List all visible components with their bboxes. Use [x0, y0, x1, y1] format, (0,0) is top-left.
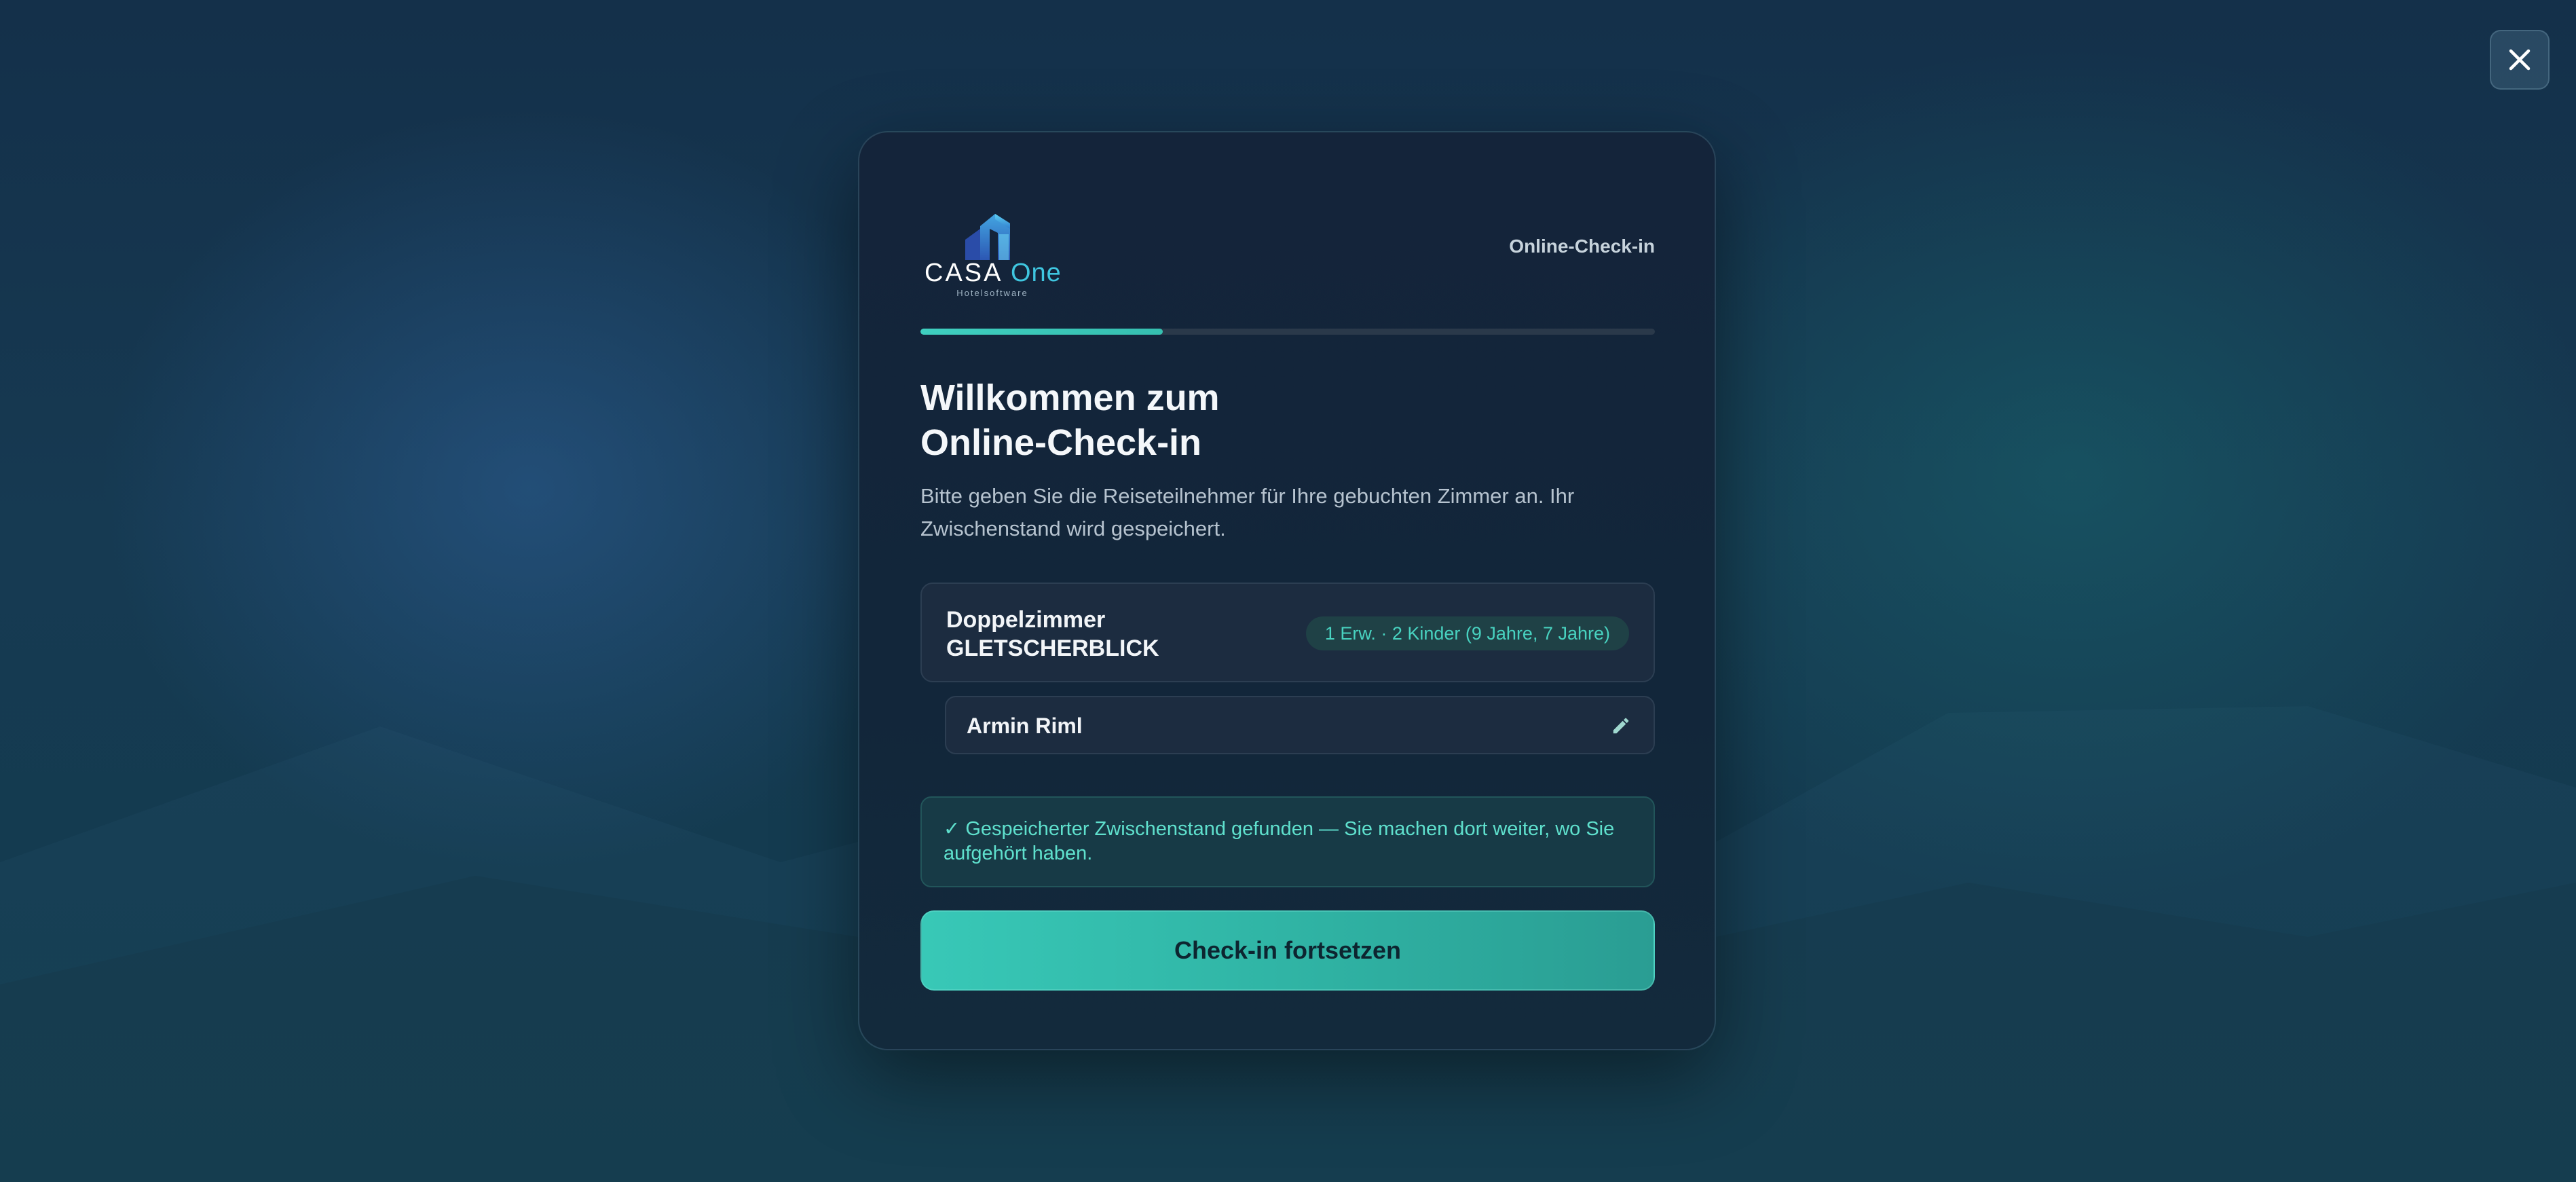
logo-tagline: Hotelsoftware [956, 288, 1028, 298]
edit-guest-button[interactable] [1605, 709, 1637, 742]
logo-wordmark: CASA One [925, 259, 1062, 287]
saved-progress-notice: ✓ Gespeicherter Zwischenstand gefunden —… [920, 796, 1655, 887]
room-name: Doppelzimmer GLETSCHERBLICK [946, 607, 1159, 661]
room-card: Doppelzimmer GLETSCHERBLICK 1 Erw. · 2 K… [920, 583, 1655, 682]
guest-row[interactable]: Armin Riml [945, 696, 1655, 754]
progress-bar [920, 329, 1655, 335]
page-title: Willkommen zum Online-Check-in [920, 377, 1220, 463]
occupancy-badge: 1 Erw. · 2 Kinder (9 Jahre, 7 Jahre) [1305, 616, 1629, 650]
page-description: Bitte geben Sie die Reiseteilnehmer für … [920, 484, 1575, 540]
close-icon [2509, 49, 2531, 71]
close-button[interactable] [2490, 30, 2550, 90]
casa-one-logo: CASA One Hotelsoftware [925, 206, 1062, 301]
guest-name: Armin Riml [967, 714, 1083, 738]
checkin-dialog: CASA One Hotelsoftware Online-Check-in W… [858, 131, 1716, 1050]
house-icon [965, 214, 1010, 260]
continue-checkin-button[interactable]: Check-in fortsetzen [920, 910, 1655, 991]
header-step-label: Online-Check-in [1509, 236, 1655, 257]
pencil-icon [1613, 718, 1629, 734]
progress-bar-fill [920, 329, 1163, 335]
